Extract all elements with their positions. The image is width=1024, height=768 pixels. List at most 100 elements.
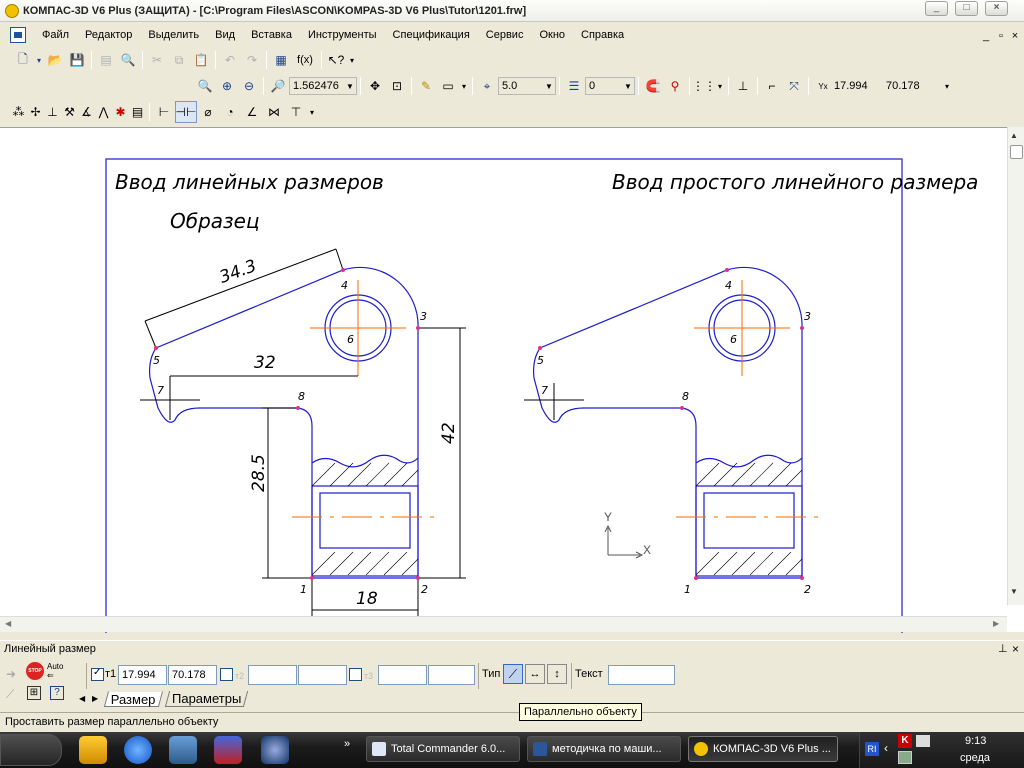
dim-dropdown-icon[interactable]: ▾	[307, 101, 317, 123]
t1-checkbox[interactable]: ✓	[91, 667, 104, 681]
linear-dim-icon[interactable]: ⊢	[153, 101, 175, 123]
snap-magnet-icon[interactable]: 🧲	[642, 75, 664, 97]
scroll-left-icon[interactable]: ◀	[5, 619, 11, 628]
desktop-quick-icon[interactable]	[169, 736, 197, 764]
t3-x-field[interactable]	[378, 665, 427, 685]
new-document-icon[interactable]: 🗋	[12, 49, 34, 71]
cut-icon[interactable]: ✂	[146, 49, 168, 71]
text-field[interactable]	[608, 665, 675, 685]
t1-y-field[interactable]: 70.178	[168, 665, 217, 685]
document-icon[interactable]	[10, 27, 26, 43]
edit-icon[interactable]: ✱	[112, 101, 129, 123]
step-cursor-icon[interactable]: ⌖	[476, 75, 498, 97]
ortho-icon[interactable]: ⌐	[761, 75, 783, 97]
snap-settings-icon[interactable]: ⊞	[27, 686, 41, 700]
menu-specification[interactable]: Спецификация	[385, 24, 478, 46]
zoom-icon[interactable]: 🔍	[194, 75, 216, 97]
new-dropdown-icon[interactable]: ▾	[34, 49, 44, 71]
snap-local-icon[interactable]: ⚲	[664, 75, 686, 97]
task-total-commander[interactable]: Total Commander 6.0...	[366, 736, 520, 762]
total-commander-quick-icon[interactable]	[79, 736, 107, 764]
horizontal-scrollbar[interactable]: ◀ ▶	[0, 616, 1007, 632]
scroll-down-icon[interactable]: ▼	[1010, 587, 1018, 596]
kaspersky-icon[interactable]: K	[898, 734, 912, 748]
panel-close-icon[interactable]: ×	[1012, 642, 1019, 656]
t2-y-field[interactable]	[298, 665, 347, 685]
start-button[interactable]	[0, 734, 62, 766]
print-icon[interactable]: ▤	[95, 49, 117, 71]
menu-help[interactable]: Справка	[573, 24, 632, 46]
print-preview-icon[interactable]: 🔍	[117, 49, 139, 71]
parallel-type-button[interactable]: ⟋	[503, 664, 523, 684]
menu-select[interactable]: Выделить	[140, 24, 207, 46]
layer-combo[interactable]: 0 ▼	[585, 77, 635, 95]
app-quick-icon[interactable]	[261, 736, 289, 764]
task-kompas[interactable]: КОМПАС-3D V6 Plus ...	[688, 736, 838, 762]
zoom-out-icon[interactable]: ⊖	[238, 75, 260, 97]
drawing-canvas[interactable]: Ввод линейных размеров Ввод простого лин…	[0, 127, 1024, 633]
fit-all-icon[interactable]: ⊡	[386, 75, 408, 97]
zoom-combo[interactable]: 1.562476 ▼	[289, 77, 357, 95]
menu-view[interactable]: Вид	[207, 24, 243, 46]
measure-icon[interactable]: ∡	[78, 101, 95, 123]
aux-line-icon[interactable]: ✢	[27, 101, 44, 123]
tab-parameters[interactable]: Параметры	[164, 691, 249, 707]
help-icon[interactable]: ?	[50, 686, 64, 700]
function-icon[interactable]: f(x)	[292, 49, 318, 71]
scroll-right-icon[interactable]: ▶	[993, 619, 999, 628]
doc-restore-button[interactable]: ▫	[994, 30, 1008, 42]
ie-quick-icon[interactable]	[124, 736, 152, 764]
scroll-thumb[interactable]	[1010, 145, 1023, 159]
grid-icon[interactable]: ⋮⋮	[692, 75, 716, 97]
t2-x-field[interactable]	[248, 665, 297, 685]
tab-scroll-right-icon[interactable]: ▶	[92, 694, 98, 703]
vertical-type-button[interactable]: ↕	[547, 664, 567, 684]
dimension-tool-icon[interactable]: ⊥	[44, 101, 61, 123]
more-apps-icon[interactable]: »	[344, 738, 350, 750]
variables-icon[interactable]: ▦	[270, 49, 292, 71]
menu-editor[interactable]: Редактор	[77, 24, 140, 46]
radial-dim-icon[interactable]: ◔	[219, 101, 241, 123]
diameter-dim-icon[interactable]: ⌀	[197, 101, 219, 123]
step-combo[interactable]: 5.0 ▼	[498, 77, 556, 95]
copy-icon[interactable]: ⧉	[168, 49, 190, 71]
arc-dim-icon[interactable]: ⋈	[263, 101, 285, 123]
redo-icon[interactable]: ↷	[241, 49, 263, 71]
undo-icon[interactable]: ↶	[219, 49, 241, 71]
t3-y-field[interactable]	[428, 665, 475, 685]
linear-dim-active-icon[interactable]: ⊣⊢	[175, 101, 197, 123]
vertical-scrollbar[interactable]: ▲ ▼	[1007, 127, 1024, 605]
pencil-icon[interactable]: ✎	[415, 75, 437, 97]
line-style-icon[interactable]: ▭	[437, 75, 459, 97]
zoom-scale-icon[interactable]: 🔎	[267, 75, 289, 97]
spec-icon[interactable]: ▤	[129, 101, 146, 123]
pan-icon[interactable]: ✥	[364, 75, 386, 97]
layers-icon[interactable]: ☰	[563, 75, 585, 97]
language-indicator[interactable]: RI	[865, 742, 879, 756]
close-button[interactable]: ×	[985, 1, 1008, 16]
point-tool-icon[interactable]: ⁂	[10, 101, 27, 123]
scroll-up-icon[interactable]: ▲	[1010, 131, 1018, 140]
menu-insert[interactable]: Вставка	[243, 24, 300, 46]
stop-button[interactable]: STOP	[26, 662, 44, 680]
doc-close-button[interactable]: ×	[1008, 30, 1022, 42]
menu-file[interactable]: Файл	[34, 24, 77, 46]
printer-icon[interactable]	[898, 751, 912, 764]
save-icon[interactable]: 💾	[66, 49, 88, 71]
auto-button[interactable]: Auto ⇐	[47, 662, 67, 680]
horizontal-type-button[interactable]: ↔	[525, 664, 545, 684]
style-dropdown-icon[interactable]: ▾	[459, 75, 469, 97]
height-dim-icon[interactable]: ⊤	[285, 101, 307, 123]
t3-checkbox[interactable]	[349, 668, 362, 681]
coord-dropdown-icon[interactable]: ▾	[942, 75, 952, 97]
select-icon[interactable]: ⋀	[95, 101, 112, 123]
help-pointer-icon[interactable]: ↖?	[325, 49, 347, 71]
minimize-button[interactable]: _	[925, 1, 948, 16]
floppy-quick-icon[interactable]	[214, 736, 242, 764]
menu-tools[interactable]: Инструменты	[300, 24, 385, 46]
cursor-snap-icon[interactable]: ⤧	[783, 75, 805, 97]
tray-expand-icon[interactable]: ‹	[884, 741, 888, 755]
doc-minimize-button[interactable]: _	[979, 30, 993, 42]
tab-scroll-left-icon[interactable]: ◀	[79, 694, 85, 703]
help-dropdown-icon[interactable]: ▾	[347, 49, 357, 71]
